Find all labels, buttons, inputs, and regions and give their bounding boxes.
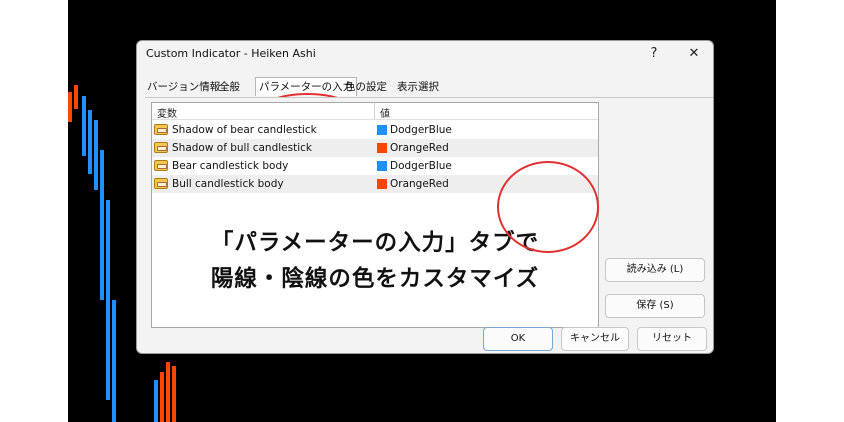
- close-button[interactable]: ✕: [683, 45, 705, 63]
- column-header-value[interactable]: 値: [380, 105, 390, 120]
- tab-version-info[interactable]: バージョン情報: [147, 79, 220, 94]
- value-highlight-circle: [497, 161, 599, 253]
- color-swatch[interactable]: [377, 143, 387, 153]
- candle: [166, 362, 170, 422]
- candle: [94, 120, 98, 190]
- parameters-panel: 変数 値 Shadow of bear candlestick DodgerBl…: [145, 97, 713, 348]
- color-swatch[interactable]: [377, 161, 387, 171]
- help-button[interactable]: ?: [643, 45, 665, 63]
- parameter-name: Shadow of bear candlestick: [172, 124, 317, 136]
- candle: [106, 200, 110, 400]
- dialog-title: Custom Indicator - Heiken Ashi: [146, 47, 316, 60]
- parameter-icon: [154, 124, 168, 135]
- candle: [68, 92, 72, 122]
- candle: [154, 380, 158, 422]
- save-button[interactable]: 保存 (S): [605, 294, 705, 318]
- parameter-name: Bull candlestick body: [172, 178, 284, 190]
- reset-button[interactable]: リセット: [637, 327, 707, 351]
- parameter-icon: [154, 142, 168, 153]
- candle: [100, 150, 104, 300]
- candle: [112, 300, 116, 422]
- parameter-value[interactable]: OrangeRed: [390, 178, 449, 190]
- title-bar: Custom Indicator - Heiken Ashi ? ✕: [137, 41, 713, 67]
- candle: [74, 85, 78, 109]
- parameter-icon: [154, 160, 168, 171]
- parameter-value[interactable]: DodgerBlue: [390, 124, 452, 136]
- parameter-name: Shadow of bull candlestick: [172, 142, 312, 154]
- parameter-value[interactable]: DodgerBlue: [390, 160, 452, 172]
- tab-visualization[interactable]: 表示選択: [397, 79, 439, 94]
- parameter-value[interactable]: OrangeRed: [390, 142, 449, 154]
- column-header-variable[interactable]: 変数: [157, 105, 177, 120]
- candle: [172, 366, 176, 422]
- candle: [160, 372, 164, 422]
- load-button[interactable]: 読み込み (L): [605, 258, 705, 282]
- candle: [82, 96, 86, 156]
- parameter-icon: [154, 178, 168, 189]
- candle: [88, 110, 92, 174]
- parameter-name: Bear candlestick body: [172, 160, 289, 172]
- table-header: 変数 値: [152, 103, 598, 120]
- cancel-button[interactable]: キャンセル: [561, 327, 629, 351]
- column-divider[interactable]: [374, 103, 375, 119]
- color-swatch[interactable]: [377, 125, 387, 135]
- table-row[interactable]: Shadow of bull candlestick OrangeRed: [152, 139, 598, 157]
- tab-general[interactable]: 全般: [219, 79, 240, 94]
- tab-colors[interactable]: 色の設定: [345, 79, 387, 94]
- color-swatch[interactable]: [377, 179, 387, 189]
- ok-button[interactable]: OK: [483, 327, 553, 351]
- table-row[interactable]: Shadow of bear candlestick DodgerBlue: [152, 121, 598, 139]
- caption-line-2: 陽線・陰線の色をカスタマイズ: [210, 266, 540, 292]
- tab-bar: バージョン情報 全般 パラメーターの入力 色の設定 表示選択: [145, 77, 705, 137]
- custom-indicator-dialog: Custom Indicator - Heiken Ashi ? ✕ バージョン…: [136, 40, 714, 354]
